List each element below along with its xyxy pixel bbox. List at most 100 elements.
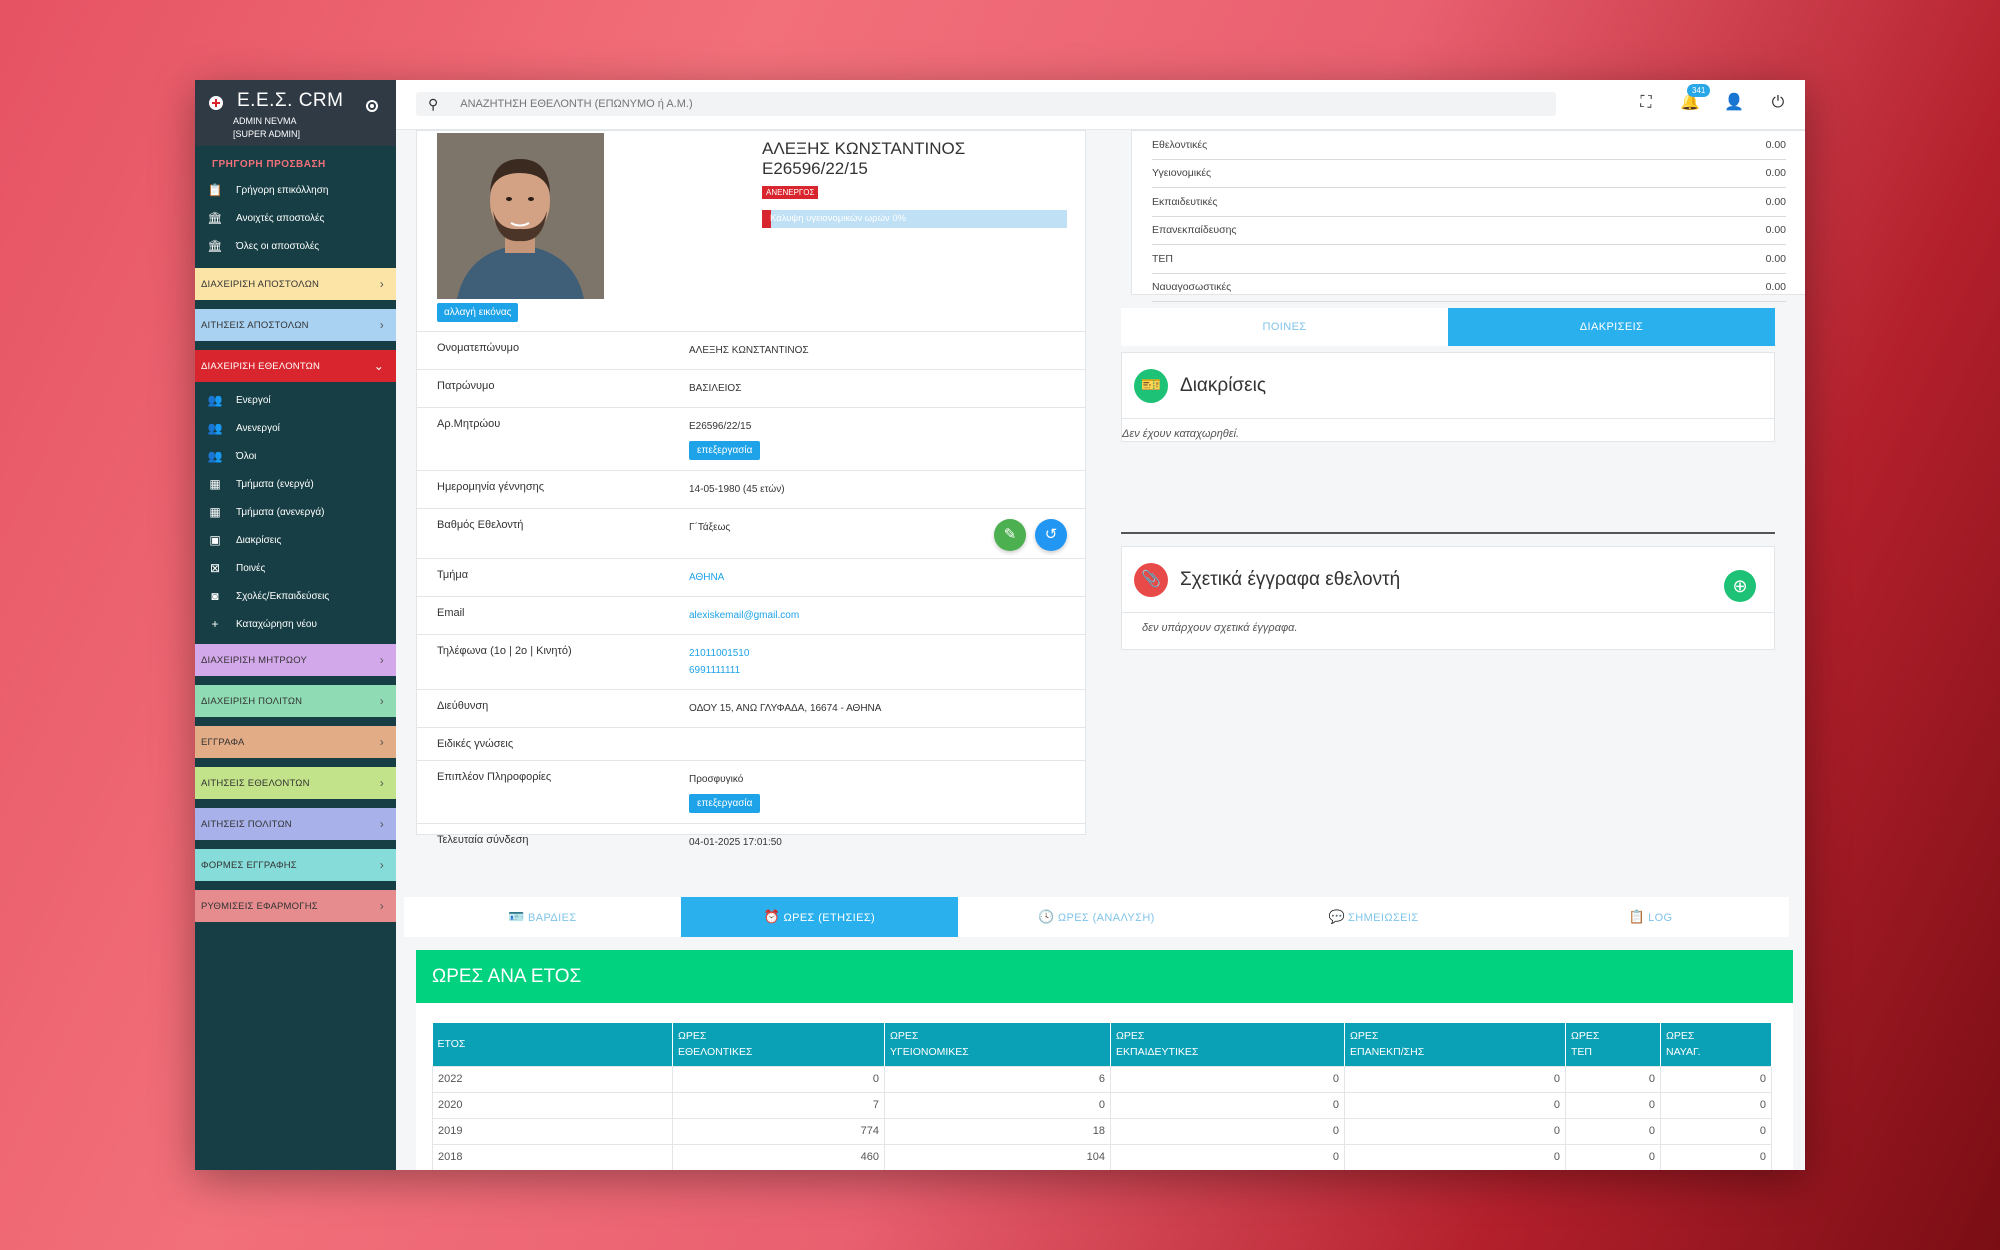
sidebar-item-distinctions[interactable]: ▣ Διακρίσεις (195, 526, 396, 554)
info-row-skills: Ειδικές γνώσεις (417, 727, 1085, 760)
department-link[interactable]: ΑΘΗΝΑ (689, 572, 724, 583)
tab-label: ΩΡΕΣ (ΑΝΑΛΥΣΗ) (1057, 912, 1155, 924)
sidebar-section-citizens[interactable]: ΔΙΑΧΕΙΡΙΣΗ ΠΟΛΙΤΩΝ › (195, 685, 396, 717)
sidebar-item-open-missions[interactable]: 🏛 Ανοιχτές αποστολές (195, 204, 396, 232)
hours-cell: 0 (1344, 1117, 1566, 1145)
notification-badge: 341 (1687, 84, 1711, 97)
sidebar-item-label: Διακρίσεις (236, 534, 282, 546)
section-label: ΑΙΤΗΣΕΙΣ ΑΠΟΣΤΟΛΩΝ (201, 319, 309, 331)
sidebar-section-app-settings[interactable]: ΡΥΘΜΙΣΕΙΣ ΕΦΑΡΜΟΓΗΣ › (195, 890, 396, 922)
fullscreen-icon[interactable]: ⛶ (1635, 92, 1657, 114)
hours-cell: 460 (672, 1143, 885, 1170)
info-row-email: Email alexiskemail@gmail.com (417, 596, 1085, 634)
header-line: ΥΓΕΙΟΝΟΜΙΚΕΣ (890, 1046, 969, 1059)
sidebar-section-documents[interactable]: ΕΓΓΡΑΦΑ › (195, 726, 396, 758)
search-icon[interactable]: ⚲ (428, 96, 438, 113)
rank-history-button[interactable]: ↺ (1035, 519, 1067, 551)
sidebar-item-schools[interactable]: ◙ Σχολές/Εκπαιδεύσεις (195, 582, 396, 610)
sidebar-item-label: Τμήματα (ενεργά) (236, 478, 314, 490)
field-label: Τελευταία σύνδεση (437, 834, 529, 846)
sidebar-item-inactive[interactable]: 👥 Ανενεργοί (195, 414, 396, 442)
change-image-button[interactable]: αλλαγή εικόνας (437, 303, 519, 322)
topbar-icons: ⛶ 🔔 341 👤 ⏻ (1635, 84, 1789, 114)
header-line: ΤΕΠ (1571, 1046, 1592, 1059)
hours-row: Επανεκπαίδευσης 0.00 (1152, 217, 1786, 245)
hours-cell: 0 (1344, 1143, 1566, 1170)
header-line: ΩΡΕΣ (1350, 1030, 1379, 1043)
hours-row: Υγειονομικές 0.00 (1152, 160, 1786, 188)
header-line: ΕΤΟΣ (437, 1038, 466, 1051)
app-window: Ε.Ε.Σ. CRM ADMIN NEVMA [SUPER ADMIN] ΓΡΗ… (195, 80, 1805, 1170)
comment-icon: 💬 (1328, 909, 1346, 924)
section-label: ΕΓΓΡΑΦΑ (201, 736, 245, 748)
field-label: Email (437, 607, 465, 619)
hours-cell: 0 (1110, 1091, 1345, 1119)
sidebar-item-label: Ενεργοί (236, 394, 271, 406)
sidebar-section-volunteer-requests[interactable]: ΑΙΤΗΣΕΙΣ ΕΘΕΛΟΝΤΩΝ › (195, 767, 396, 799)
sidebar-item-active[interactable]: 👥 Ενεργοί (195, 386, 396, 414)
distinctions-title: Διακρίσεις (1180, 374, 1267, 396)
search-input[interactable] (460, 98, 1261, 110)
tab-shifts[interactable]: 🪪 ΒΑΡΔΙΕΣ (404, 897, 681, 937)
tab-log[interactable]: 📋 LOG (1512, 897, 1789, 937)
sidebar-section-mission-requests[interactable]: ΑΙΤΗΣΕΙΣ ΑΠΟΣΤΟΛΩΝ › (195, 309, 396, 341)
tab-penalties[interactable]: ΠΟΙΝΕΣ (1121, 308, 1448, 346)
email-link[interactable]: alexiskemail@gmail.com (689, 610, 799, 621)
edit-registry-button[interactable]: επεξεργασία (689, 441, 761, 460)
sidebar-item-all-missions[interactable]: 🏛 Όλες οι αποστολές (195, 232, 396, 260)
hours-cell: 0 (1565, 1091, 1661, 1119)
target-icon[interactable] (366, 100, 378, 112)
hours-label: Υγειονομικές (1152, 167, 1212, 180)
user-icon[interactable]: 👤 (1723, 92, 1745, 114)
hours-value: 0.00 (1765, 138, 1786, 151)
user-name: ADMIN NEVMA (233, 116, 297, 126)
field-value: alexiskemail@gmail.com (689, 607, 799, 624)
tab-notes[interactable]: 💬 ΣΗΜΕΙΩΣΕΙΣ (1235, 897, 1512, 937)
sidebar-item-label: Ποινές (236, 562, 266, 574)
sidebar-section-volunteers-management[interactable]: ΔΙΑΧΕΙΡΙΣΗ ΕΘΕΛΟΝΤΩΝ ⌄ (195, 350, 396, 382)
chevron-right-icon: › (379, 277, 384, 291)
chevron-right-icon: › (379, 735, 384, 749)
sidebar-section-registry[interactable]: ΔΙΑΧΕΙΡΙΣΗ ΜΗΤΡΩΟΥ › (195, 644, 396, 676)
users-icon: 👥 (207, 393, 223, 407)
tab-yearly-hours[interactable]: ⏰ ΩΡΕΣ (ΕΤΗΣΙΕΣ) (681, 897, 958, 937)
bottom-tabs: 🪪 ΒΑΡΔΙΕΣ ⏰ ΩΡΕΣ (ΕΤΗΣΙΕΣ) 🕓 ΩΡΕΣ (ΑΝΑΛΥΣΗ)… (404, 897, 1789, 937)
hours-label: Ναυαγοσωστικές (1152, 281, 1232, 294)
calendar-x-icon: ⊠ (209, 561, 221, 575)
tab-distinctions[interactable]: ΔΙΑΚΡΙΣΕΙΣ (1448, 308, 1775, 346)
add-document-button[interactable]: ⊕ (1724, 570, 1756, 602)
tab-hours-analysis[interactable]: 🕓 ΩΡΕΣ (ΑΝΑΛΥΣΗ) (958, 897, 1235, 937)
table-row: 2022 0 6 0 0 0 0 (432, 1065, 1772, 1093)
chevron-right-icon: › (379, 817, 384, 831)
sidebar-item-all[interactable]: 👥 Όλοι (195, 442, 396, 470)
hours-cell: 0 (884, 1091, 1111, 1119)
phone-link[interactable]: 21011001510 (689, 648, 749, 659)
user-info: ADMIN NEVMA [SUPER ADMIN] (233, 115, 300, 141)
tab-label: ΒΑΡΔΙΕΣ (528, 912, 577, 924)
edit-rank-button[interactable]: ✎ (994, 519, 1026, 551)
info-row-father: Πατρώνυμο ΒΑΣΙΛΕΙΟΣ (417, 369, 1085, 407)
field-label: Τμήμα (437, 569, 469, 581)
sidebar-item-departments-inactive[interactable]: ▦ Τμήματα (ανενεργά) (195, 498, 396, 526)
hours-cell: 18 (884, 1117, 1111, 1145)
coverage-progress-bar: Κάλυψη υγειονομικών ωρών 0% (762, 210, 1067, 228)
column-header: ΩΡΕΣ ΥΓΕΙΟΝΟΜΙΚΕΣ (884, 1023, 1111, 1066)
sidebar-item-quick-paste[interactable]: 📋 Γρήγορη επικόλληση (195, 176, 396, 204)
edit-extra-button[interactable]: επεξεργασία (689, 794, 761, 813)
bell-icon[interactable]: 🔔 341 (1679, 84, 1711, 114)
info-row-department: Τμήμα ΑΘΗΝΑ (417, 558, 1085, 596)
sidebar-item-penalties[interactable]: ⊠ Ποινές (195, 554, 396, 582)
power-icon[interactable]: ⏻ (1767, 92, 1789, 114)
mobile-link[interactable]: 6991111111 (689, 665, 740, 676)
sidebar-item-departments-active[interactable]: ▦ Τμήματα (ενεργά) (195, 470, 396, 498)
tab-label: ΩΡΕΣ (ΕΤΗΣΙΕΣ) (783, 912, 876, 924)
badge-icon: 🪪 (508, 909, 526, 924)
sidebar-item-new-entry[interactable]: + Καταχώρηση νέου (195, 610, 396, 638)
sidebar-section-registration-forms[interactable]: ΦΟΡΜΕΣ ΕΓΓΡΑΦΗΣ › (195, 849, 396, 881)
section-label: ΑΙΤΗΣΕΙΣ ΕΘΕΛΟΝΤΩΝ (201, 777, 310, 789)
hours-cell: 7 (672, 1091, 885, 1119)
sidebar-section-missions-management[interactable]: ΔΙΑΧΕΙΡΙΣΗ ΑΠΟΣΤΟΛΩΝ › (195, 268, 396, 300)
field-value: ΒΑΣΙΛΕΙΟΣ (689, 383, 742, 394)
hours-row: ΤΕΠ 0.00 (1152, 245, 1786, 274)
sidebar-section-citizen-requests[interactable]: ΑΙΤΗΣΕΙΣ ΠΟΛΙΤΩΝ › (195, 808, 396, 840)
